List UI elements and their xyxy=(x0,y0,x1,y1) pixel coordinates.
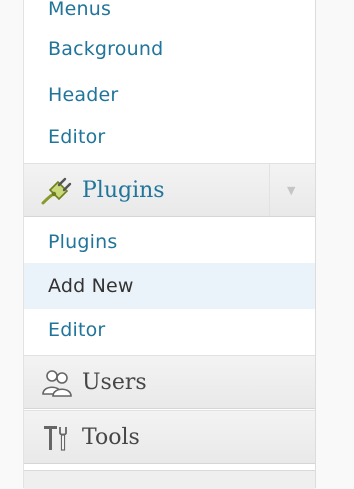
submenu-item-editor[interactable]: Editor xyxy=(24,307,315,353)
submenu-item-label: Editor xyxy=(48,319,106,341)
users-icon xyxy=(40,368,76,398)
menu-item-label: Tools xyxy=(82,425,140,450)
submenu-item-editor[interactable]: Editor xyxy=(24,114,315,160)
submenu-item-add-new[interactable]: Add New xyxy=(24,263,315,309)
menu-item-label: Users xyxy=(82,370,147,395)
submenu-item-label: Background xyxy=(48,38,164,60)
menu-item-plugins[interactable]: Plugins ▼ xyxy=(24,163,315,217)
submenu-item-label: Add New xyxy=(48,275,134,297)
plug-icon xyxy=(40,176,76,206)
submenu-toggle[interactable]: ▼ xyxy=(269,164,315,216)
submenu-item-label: Editor xyxy=(48,126,106,148)
menu-item-users[interactable]: Users xyxy=(24,355,315,409)
submenu-item-header[interactable]: Header xyxy=(24,72,315,118)
submenu-item-background[interactable]: Background xyxy=(24,26,315,72)
next-menu-item[interactable] xyxy=(24,470,315,489)
menu-item-tools[interactable]: Tools xyxy=(24,410,315,464)
admin-sidebar-menu: Menus Background Header Editor Plugins ▼… xyxy=(23,0,316,489)
submenu-item-label: Plugins xyxy=(48,231,118,253)
tools-icon xyxy=(40,423,76,453)
submenu-item-label: Menus xyxy=(48,0,112,20)
menu-item-label: Plugins xyxy=(82,178,165,203)
submenu-item-plugins[interactable]: Plugins xyxy=(24,219,315,265)
submenu-item-label: Header xyxy=(48,84,119,106)
triangle-down-icon: ▼ xyxy=(287,184,296,197)
